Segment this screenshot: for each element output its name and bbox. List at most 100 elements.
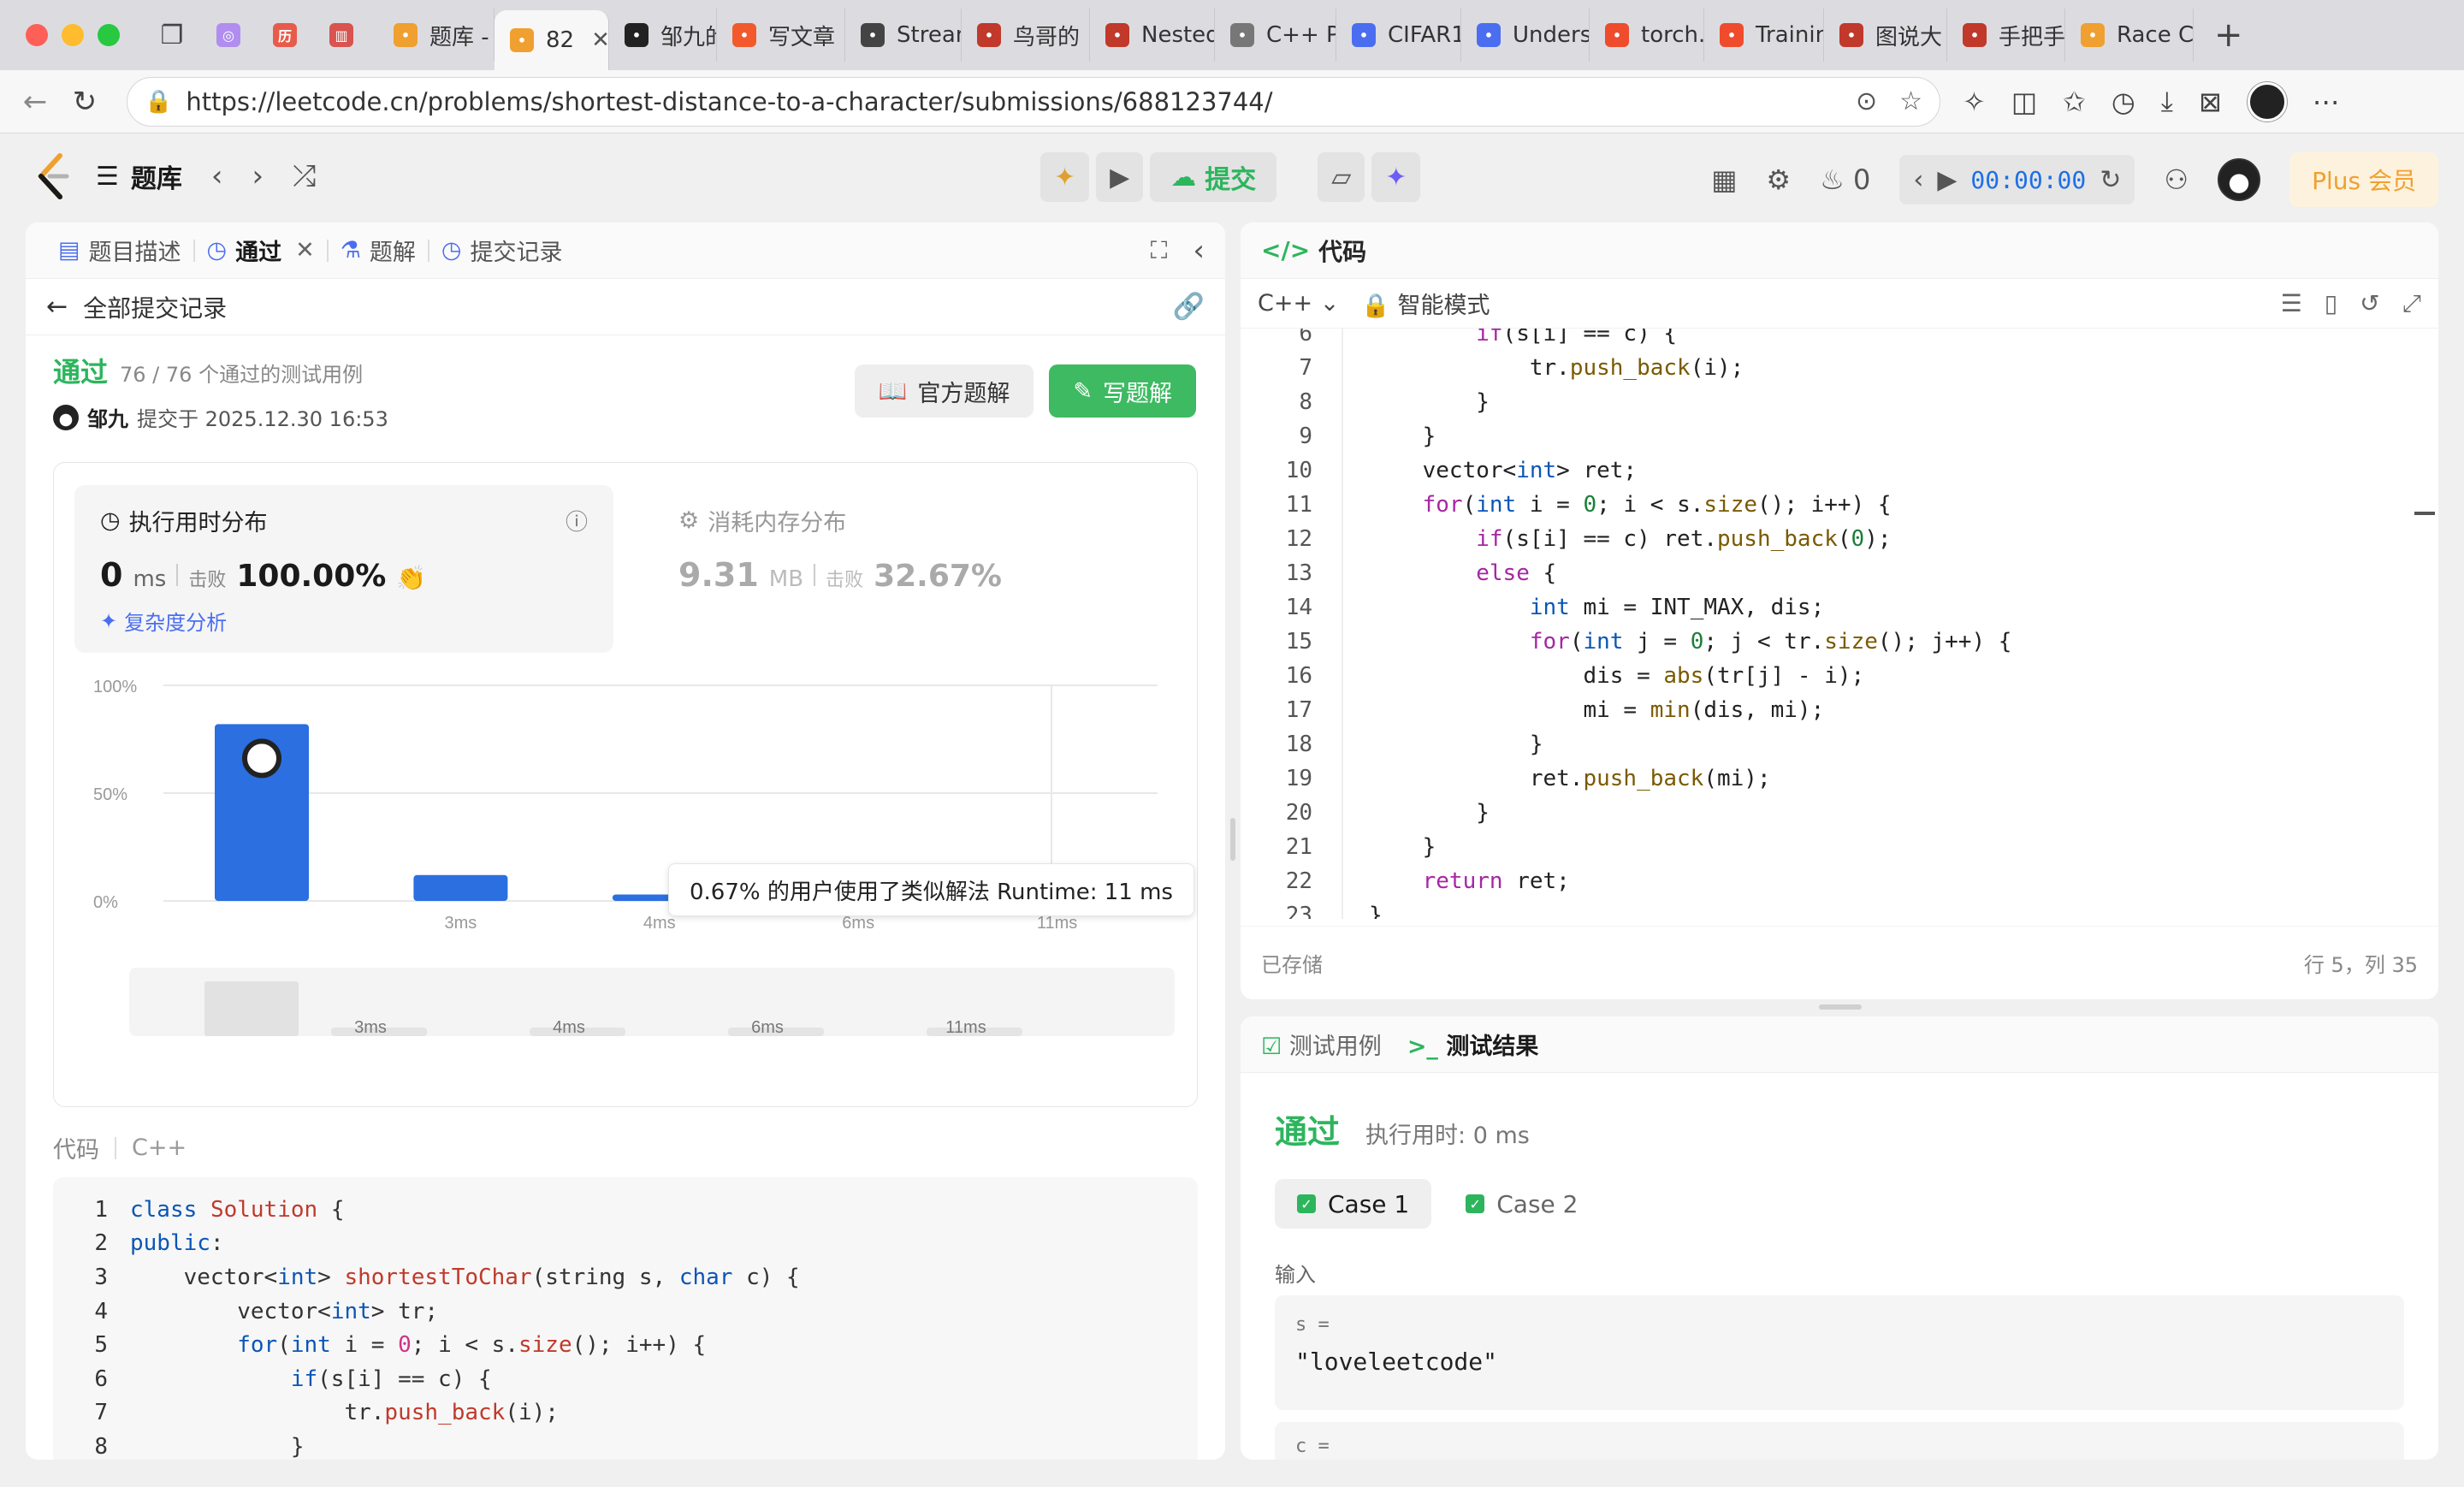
back-to-submissions[interactable]: ← 全部提交记录 🔗 — [26, 279, 1225, 335]
browser-tab[interactable]: • torch.p — [1590, 9, 1704, 62]
more-icon[interactable]: ⊙ — [1856, 86, 1877, 116]
browser-tab[interactable]: • 手把手 — [1947, 9, 2065, 62]
submitted-code-block[interactable]: 1 class Solution {2 public: 3 vector<int> s… — [53, 1177, 1198, 1460]
code-text: ret.push_back(mi); — [1369, 766, 1771, 791]
history-icon[interactable]: ◷ — [2112, 86, 2135, 118]
torch-icon: • — [1605, 23, 1629, 47]
menu-icon[interactable]: ⋯ — [2313, 86, 2340, 118]
horizontal-resize-handle[interactable] — [1819, 1004, 1862, 1010]
info-icon[interactable]: ⓘ — [566, 505, 588, 536]
submit-button[interactable]: ☁ 提交 — [1150, 152, 1277, 202]
reset-code-icon[interactable]: ↺ — [2360, 289, 2379, 317]
language-select[interactable]: C++ ⌄ — [1258, 290, 1339, 317]
browser-tab[interactable]: • Unders — [1461, 9, 1590, 62]
reload-icon[interactable]: ↻ — [60, 77, 110, 127]
format-icon[interactable]: ☰ — [2281, 289, 2302, 317]
editor-scrollbar[interactable] — [2414, 512, 2435, 515]
split-view-icon[interactable]: ◫ — [2011, 86, 2037, 118]
debug-button[interactable]: ✦ — [1040, 152, 1090, 202]
maximize-window-button[interactable] — [98, 24, 120, 46]
browser-tab[interactable]: • Stream — [845, 9, 962, 62]
new-tab-button[interactable]: + — [2214, 15, 2243, 55]
expand-icon[interactable]: ⤢ — [2402, 289, 2421, 318]
pinned-tab-3[interactable]: ▥ — [313, 10, 370, 60]
favorite-star-icon[interactable]: ☆ — [1899, 86, 1922, 116]
collapse-icon[interactable]: ‹ — [1193, 234, 1205, 268]
official-solution-button[interactable]: 📖 官方题解 — [854, 364, 1034, 418]
tab-test-results[interactable]: >_ 测试结果 — [1407, 1028, 1539, 1061]
bookmark-icon[interactable]: ▯ — [2325, 289, 2337, 317]
case-1-tab[interactable]: ✓ Case 1 — [1275, 1179, 1432, 1229]
leetcode-icon: • — [2081, 23, 2105, 47]
notes-button[interactable]: ▱ — [1318, 152, 1365, 202]
pinned-tab-2[interactable]: 历 — [257, 10, 313, 60]
sparkle-icon: ✦ — [100, 608, 118, 633]
case-2-tab[interactable]: ✓ Case 2 — [1443, 1179, 1600, 1229]
add-friend-icon[interactable]: ⚇ — [2164, 163, 2189, 196]
browser-tab[interactable]: • 写文章 — [717, 9, 845, 62]
write-solution-button[interactable]: ✎ 写题解 — [1049, 364, 1196, 418]
browser-tab[interactable]: • Nested — [1090, 9, 1215, 62]
address-bar[interactable]: 🔒 https://leetcode.cn/problems/shortest-… — [127, 76, 1940, 127]
reset-icon[interactable]: ↻ — [2100, 165, 2121, 195]
username[interactable]: 邹九 — [87, 402, 128, 432]
tab-solutions[interactable]: ⚗ 题解 — [329, 234, 428, 267]
close-window-button[interactable] — [26, 24, 48, 46]
fullscreen-icon[interactable]: ⛶ — [1151, 236, 1168, 265]
browser-tab[interactable]: • Trainin — [1704, 9, 1824, 62]
tab-passed-label: 通过 — [235, 240, 282, 266]
run-button[interactable]: ▶ — [1096, 152, 1144, 202]
browser-tab[interactable]: • 图说大 — [1824, 9, 1947, 62]
chart-bar[interactable] — [413, 874, 508, 901]
favorites-icon[interactable]: ✩ — [2063, 86, 2086, 118]
shuffle-icon[interactable]: ⤮ — [293, 159, 316, 193]
complexity-analysis-link[interactable]: ✦ 复杂度分析 — [100, 606, 588, 636]
problem-list-button[interactable]: ☰ 题库 — [96, 157, 182, 195]
play-icon[interactable]: ▶ — [1937, 165, 1957, 195]
back-icon[interactable]: ← — [10, 77, 60, 127]
tab-actions-icon[interactable]: ❐ — [144, 10, 200, 60]
browser-tab[interactable]: • C++ Pr — [1215, 9, 1336, 62]
prev-problem-icon[interactable]: ‹ — [211, 159, 223, 193]
chevron-left-icon[interactable]: ‹ — [1913, 165, 1923, 195]
next-problem-icon[interactable]: › — [252, 159, 264, 193]
code-text: for(int i = 0; i < s.size(); i++) { — [1422, 492, 1892, 518]
tab-test-cases[interactable]: ☑ 测试用例 — [1261, 1028, 1382, 1061]
runtime-card[interactable]: ◷ 执行用时分布 ⓘ 0 ms 击败 100.00% 👏 ✦ 复杂度分析 — [74, 485, 613, 653]
profile-avatar[interactable] — [2247, 81, 2287, 121]
user-avatar[interactable] — [2218, 158, 2261, 201]
vertical-resize-handle[interactable] — [1230, 818, 1235, 861]
plus-membership-button[interactable]: Plus 会员 — [2289, 152, 2438, 207]
download-icon[interactable]: ⤓ — [2161, 85, 2173, 118]
tab-passed[interactable]: ◷ 通过 ✕ — [195, 234, 327, 267]
close-tab-icon[interactable]: ✕ — [295, 237, 315, 264]
browser-tab[interactable]: • 82 ✕ — [495, 10, 609, 70]
input-s-box: s = "loveleetcode" — [1275, 1295, 2404, 1410]
smart-mode-toggle[interactable]: 🔒 智能模式 — [1361, 287, 1490, 320]
layout-icon[interactable]: ▦ — [1711, 163, 1737, 196]
leetcode-logo-icon[interactable] — [34, 152, 72, 200]
close-tab-icon[interactable]: ✕ — [591, 27, 608, 53]
link-icon[interactable]: 🔗 — [1173, 292, 1205, 322]
avatar[interactable] — [53, 404, 79, 430]
ai-button[interactable]: ✦ — [1371, 152, 1421, 202]
settings-icon[interactable]: ⚙ — [1766, 163, 1791, 196]
code-editor[interactable]: 6 if(s[i] == c) {7 tr.push_back(i); 8 } 9 … — [1241, 329, 2438, 919]
screenshot-icon[interactable]: ⊠ — [2199, 86, 2222, 118]
streak-button[interactable]: ♨ 0 — [1820, 163, 1870, 196]
pinned-tab-1[interactable]: ◎ — [200, 10, 257, 60]
browser-tab[interactable]: • 邹九的 — [609, 9, 717, 62]
browser-tab[interactable]: • CIFAR1 — [1336, 9, 1461, 62]
line-number: 8 — [94, 1433, 108, 1460]
minimize-window-button[interactable] — [62, 24, 84, 46]
tab-description[interactable]: ▤ 题目描述 — [46, 234, 193, 267]
tab-submissions[interactable]: ◷ 提交记录 — [429, 234, 575, 267]
browser-tab[interactable]: • 鸟哥的 — [962, 9, 1090, 62]
extensions-icon[interactable]: ✧ — [1963, 86, 1986, 118]
timer-widget[interactable]: ‹ ▶ 00:00:00 ↻ — [1899, 155, 2135, 204]
browser-tab[interactable]: • 题库 - — [378, 9, 495, 62]
editor-line: 15 for(int j = 0; j < tr.size(); j++) { — [1241, 625, 2012, 659]
memory-card[interactable]: ⚙ 消耗内存分布 9.31 MB 击败 32.67% — [653, 485, 1166, 653]
browser-tab[interactable]: • Race C — [2065, 9, 2194, 62]
code-line: 2 public: — [53, 1227, 1198, 1261]
